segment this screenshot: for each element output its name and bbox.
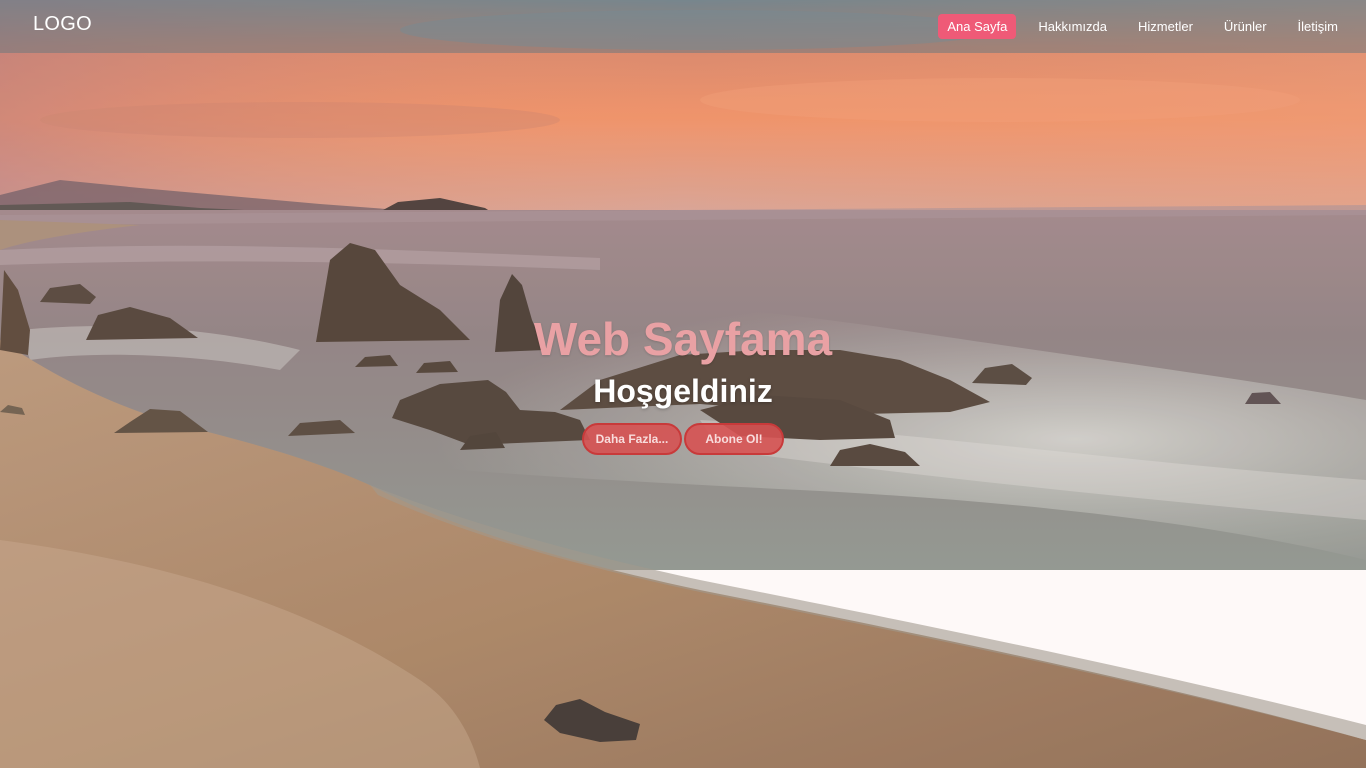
nav-item-about[interactable]: Hakkımızda: [1038, 14, 1107, 39]
logo[interactable]: LOGO: [33, 13, 92, 36]
hero-subtitle: Hoşgeldiniz: [593, 373, 773, 409]
nav-item-products[interactable]: Ürünler: [1224, 14, 1267, 39]
hero-title: Web Sayfama: [533, 313, 833, 365]
nav-item-services[interactable]: Hizmetler: [1138, 14, 1193, 39]
subscribe-button[interactable]: Abone Ol!: [684, 423, 784, 455]
nav-item-contact[interactable]: İletişim: [1298, 14, 1338, 39]
more-button[interactable]: Daha Fazla...: [582, 423, 682, 455]
nav-item-home[interactable]: Ana Sayfa: [938, 14, 1017, 39]
navbar: LOGO Ana Sayfa Hakkımızda Hizmetler Ürün…: [0, 0, 1366, 53]
